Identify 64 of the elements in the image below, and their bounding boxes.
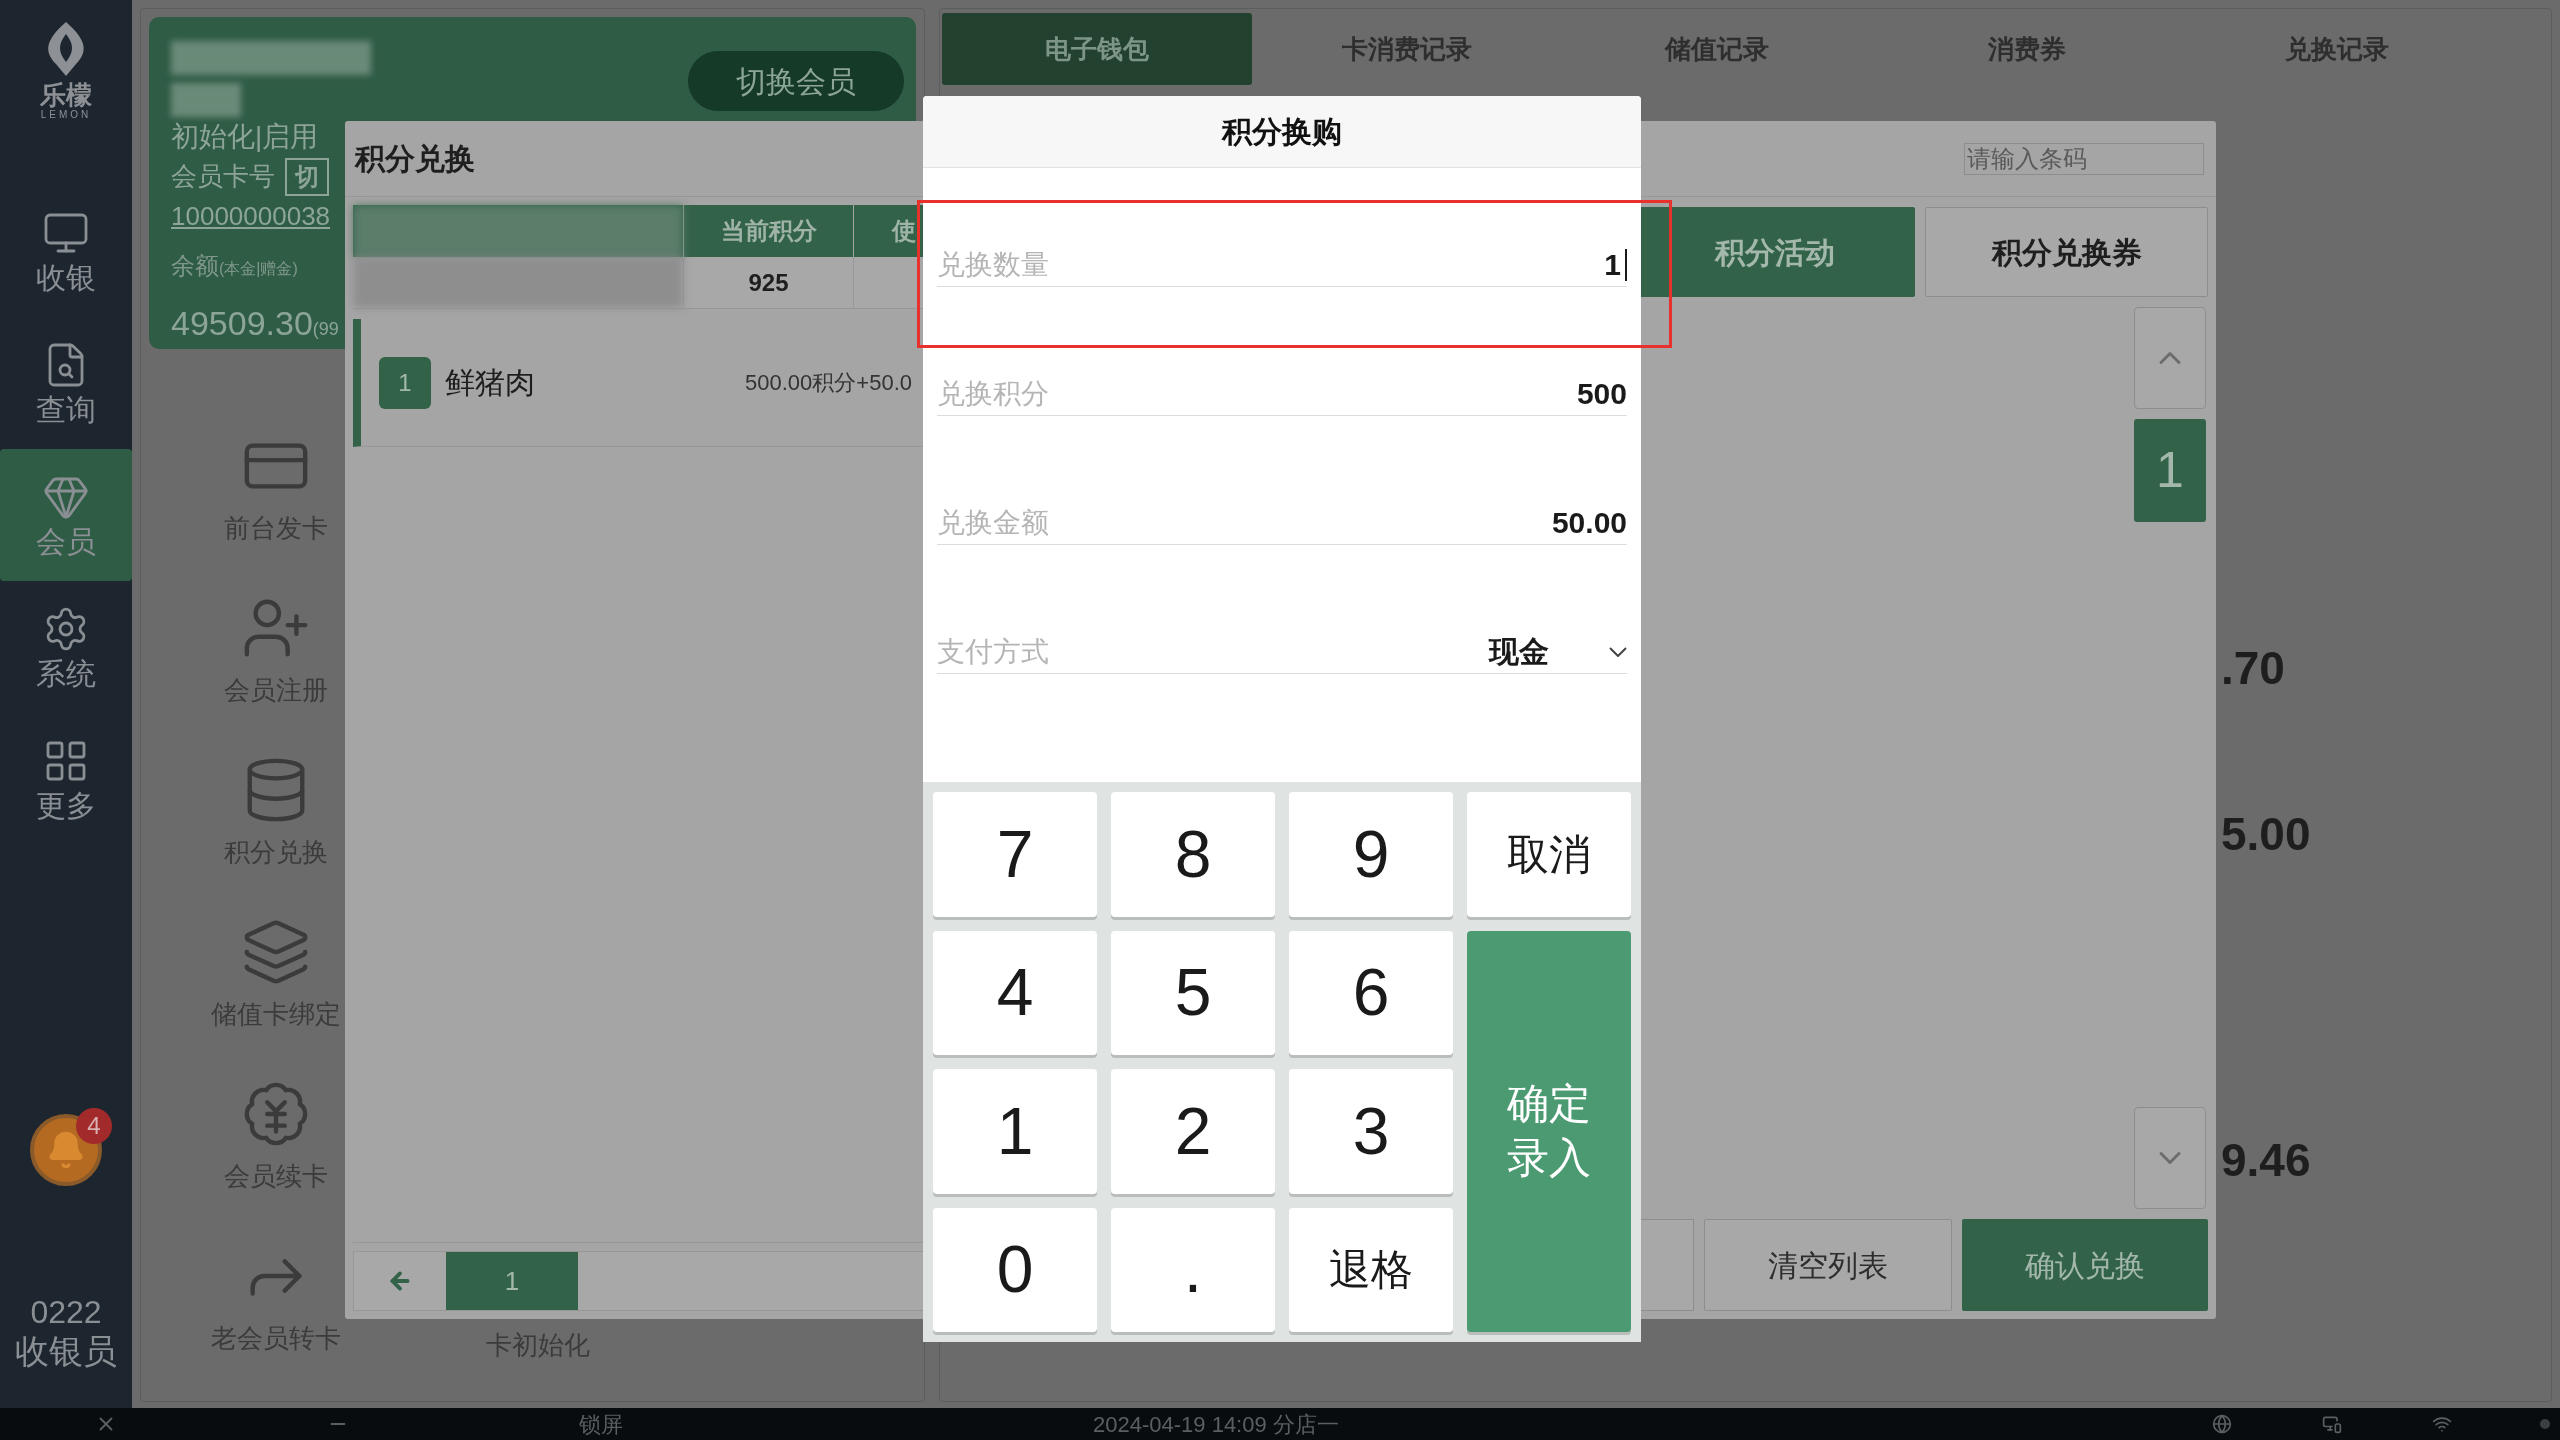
category-tab[interactable]: 积分兑换券 [1925,207,2208,297]
notification-badge: 4 [76,1108,112,1144]
dropdown-icon [1609,646,1627,657]
payment-select[interactable]: 支付方式 现金 [937,630,1627,674]
tab[interactable]: 兑换记录 [2182,13,2492,85]
balance-note: (本金|赠金) [219,260,298,277]
page-button[interactable]: 1 [446,1252,578,1310]
panel-title: 积分兑换 [355,141,475,177]
globe-icon[interactable] [2212,1414,2232,1434]
keypad-key[interactable]: 0 [933,1207,1097,1332]
balance-label: 余额 [171,251,219,281]
row-index-badge: 1 [379,356,431,409]
tab[interactable]: 储值记录 [1562,13,1872,85]
keypad-key[interactable]: 2 [1111,1069,1275,1194]
keypad-action-button[interactable]: 退格 [1289,1207,1453,1332]
summary-value: .70 [2221,645,2286,691]
logo-text: 乐檬 [40,82,92,108]
keypad-key[interactable]: . [1111,1207,1275,1332]
balance-extra: (99 [312,318,339,341]
user-id: 0222 [30,1296,102,1328]
product-name: 鲜猪肉 [445,365,535,401]
tab[interactable]: 消费券 [1872,13,2182,85]
barcode-input[interactable]: 请输入条码 [1964,142,2204,175]
keypad-key[interactable]: 1 [933,1069,1097,1194]
bell-icon [46,1130,86,1170]
sidebar-item[interactable]: 收银 [0,185,132,317]
keypad-key[interactable]: 4 [933,930,1097,1055]
product-price: 500.00积分+50.0 [745,369,912,397]
user-role: 收银员 [15,1334,117,1368]
quantity-input[interactable]: 兑换数量 1 [937,243,1627,287]
tab[interactable]: 卡消费记录 [1252,13,1562,85]
keypad-key[interactable]: 7 [933,792,1097,917]
confirm-exchange-button[interactable]: 确认兑换 [1962,1219,2208,1311]
page-button[interactable]: 1 [2134,419,2206,522]
sidebar-item[interactable]: 查询 [0,317,132,449]
blurred-text [171,83,241,117]
summary-value: 5.00 [2221,811,2312,857]
clear-list-button[interactable]: 清空列表 [1704,1219,1952,1311]
switch-member-button[interactable]: 切换会员 [688,51,904,111]
card-status: 初始化|启用 [171,120,319,154]
card-number-label: 会员卡号 [171,160,275,193]
keypad-action-button[interactable]: 取消 [1467,792,1631,917]
logo-subtext: LEMON [40,110,92,120]
lock-screen-button[interactable]: 锁屏 [579,1407,623,1440]
table-cell: 925 [683,257,853,308]
value-field: 兑换金额 50.00 [937,501,1627,545]
switch-card-button[interactable]: 切 [285,157,329,196]
value-field: 兑换积分 500 [937,372,1627,416]
summary-value: 9.46 [2221,1137,2312,1183]
keypad-key[interactable]: 6 [1289,930,1453,1055]
status-text: 2024-04-19 14:09 分店一 [1093,1410,1339,1439]
card-number-link[interactable]: 10000000038 [171,196,331,236]
keypad-key[interactable]: 5 [1111,930,1275,1055]
monitor-icon[interactable] [2322,1414,2342,1434]
sidebar-item[interactable]: 系统 [0,581,132,713]
tab[interactable]: 电子钱包 [942,13,1252,85]
wifi-icon[interactable] [2432,1414,2452,1434]
confirm-entry-button[interactable]: 确定录入 [1467,930,1631,1332]
keypad-key[interactable]: 8 [1111,792,1275,917]
keypad-key[interactable]: 3 [1289,1069,1453,1194]
balance-amount: 49509.30 [171,303,313,344]
dialog-title: 积分换购 [1222,114,1342,150]
keypad-key[interactable]: 9 [1289,792,1453,917]
sidebar-item[interactable]: 更多 [0,713,132,845]
